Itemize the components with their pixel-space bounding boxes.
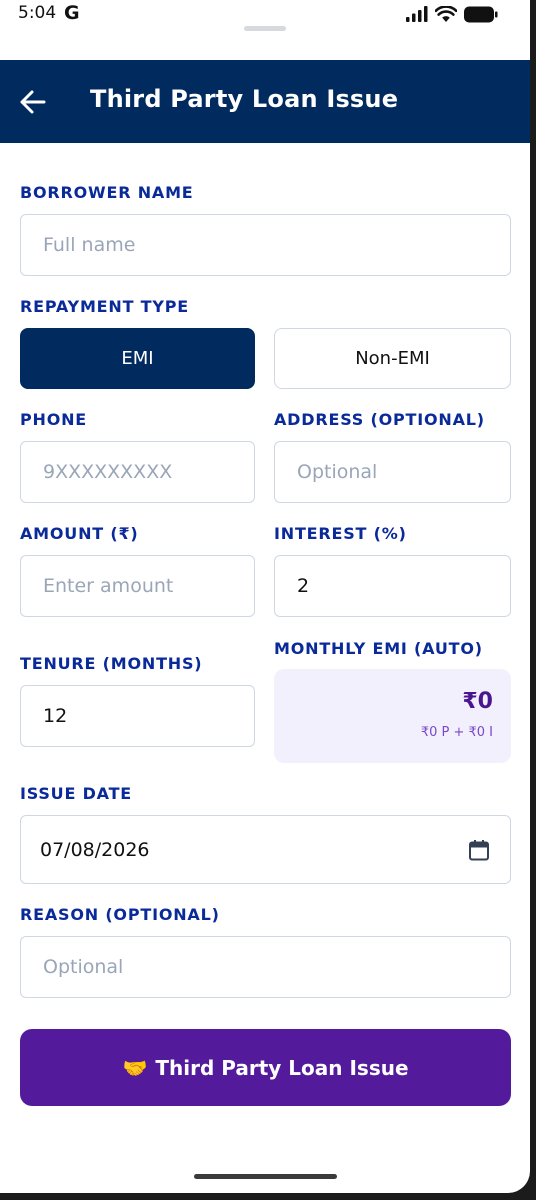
status-time: 5:04 bbox=[18, 3, 57, 23]
issue-loan-button-label: Third Party Loan Issue bbox=[155, 1055, 409, 1080]
amount-label: AMOUNT (₹) bbox=[20, 524, 139, 543]
wifi-icon bbox=[435, 5, 457, 22]
address-placeholder: Optional bbox=[297, 461, 378, 483]
interest-label: INTEREST (%) bbox=[274, 524, 407, 543]
signal-icon bbox=[406, 6, 428, 22]
back-arrow-icon[interactable] bbox=[18, 88, 46, 116]
issue-date-value: 07/08/2026 bbox=[40, 838, 150, 861]
monthly-emi-card: ₹0 ₹0 P + ₹0 I bbox=[274, 669, 511, 763]
phone-label: PHONE bbox=[20, 410, 88, 429]
address-input[interactable]: Optional bbox=[274, 441, 511, 503]
issue-date-label: ISSUE DATE bbox=[20, 784, 133, 803]
reason-label: REASON (OPTIONAL) bbox=[20, 905, 220, 924]
monthly-emi-value: ₹0 bbox=[462, 689, 493, 714]
tenure-label: TENURE (MONTHS) bbox=[20, 654, 203, 673]
reason-input[interactable]: Optional bbox=[20, 936, 511, 998]
tenure-value: 12 bbox=[43, 705, 68, 727]
repayment-non-emi-button[interactable]: Non-EMI bbox=[274, 328, 511, 389]
tenure-input[interactable]: 12 bbox=[20, 685, 255, 747]
repayment-emi-button[interactable]: EMI bbox=[20, 328, 255, 389]
home-indicator[interactable] bbox=[194, 1174, 337, 1179]
google-icon: G bbox=[64, 2, 80, 24]
borrower-name-input[interactable]: Full name bbox=[20, 214, 511, 276]
amount-placeholder: Enter amount bbox=[43, 575, 174, 597]
status-bar: 5:04 G bbox=[0, 0, 530, 31]
app-bar: Third Party Loan Issue bbox=[0, 60, 530, 143]
amount-input[interactable]: Enter amount bbox=[20, 555, 255, 617]
interest-input[interactable]: 2 bbox=[274, 555, 511, 617]
address-label: ADDRESS (OPTIONAL) bbox=[274, 410, 485, 429]
status-icons bbox=[406, 5, 498, 23]
interest-value: 2 bbox=[297, 575, 310, 597]
monthly-emi-breakdown: ₹0 P + ₹0 I bbox=[420, 725, 493, 740]
issue-loan-button[interactable]: 🤝 Third Party Loan Issue bbox=[20, 1029, 511, 1106]
borrower-name-label: BORROWER NAME bbox=[20, 183, 194, 202]
handshake-icon: 🤝 bbox=[122, 1055, 148, 1080]
phone-screen: 5:04 G Third Party Loan Issue BORROWER N… bbox=[0, 0, 530, 1193]
monthly-emi-label: MONTHLY EMI (AUTO) bbox=[274, 639, 483, 658]
calendar-icon[interactable] bbox=[468, 839, 490, 861]
borrower-name-placeholder: Full name bbox=[43, 234, 136, 256]
repayment-type-label: REPAYMENT TYPE bbox=[20, 297, 190, 316]
page-title: Third Party Loan Issue bbox=[90, 85, 399, 113]
phone-input[interactable]: 9XXXXXXXXX bbox=[20, 441, 255, 503]
battery-icon bbox=[464, 6, 498, 22]
issue-date-input[interactable]: 07/08/2026 bbox=[20, 815, 511, 884]
reason-placeholder: Optional bbox=[43, 956, 124, 978]
sheet-grabber[interactable] bbox=[244, 26, 286, 31]
phone-placeholder: 9XXXXXXXXX bbox=[43, 461, 173, 483]
